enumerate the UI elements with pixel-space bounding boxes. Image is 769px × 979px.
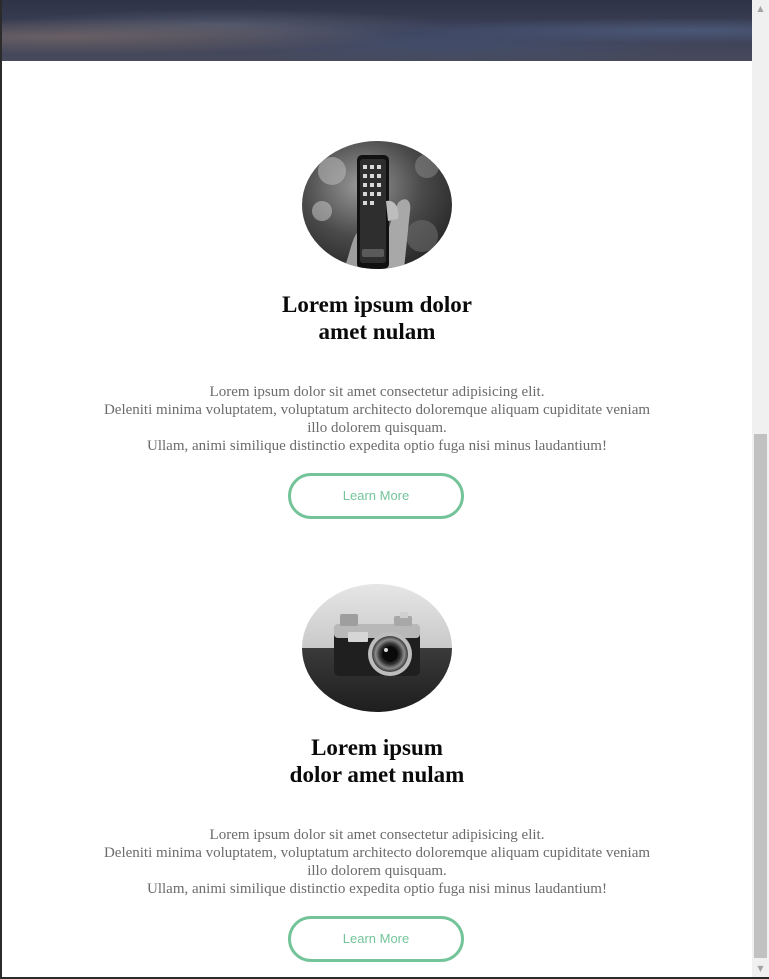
description-line: Lorem ipsum dolor sit amet consectetur a… — [209, 384, 545, 400]
feature-title-line: dolor amet nulam — [289, 762, 465, 787]
description-line: Ullam, animi similique distinctio expedi… — [147, 438, 607, 454]
description-line: Lorem ipsum dolor sit amet consectetur a… — [209, 827, 545, 843]
feature-description: Lorem ipsum dolor sit amet consectetur a… — [2, 826, 752, 898]
camera-image — [302, 584, 452, 712]
description-line: Ullam, animi similique distinctio expedi… — [147, 881, 607, 897]
hero-banner-image — [2, 0, 752, 61]
feature-title-line: Lorem ipsum — [311, 735, 443, 760]
description-line: illo dolorem quisquam. — [307, 863, 447, 879]
feature-title-line: Lorem ipsum dolor — [282, 292, 472, 317]
learn-more-button[interactable]: Learn More — [288, 473, 464, 519]
learn-more-button[interactable]: Learn More — [288, 916, 464, 962]
feature-title-line: amet nulam — [318, 319, 436, 344]
scroll-down-arrow-icon[interactable]: ▼ — [752, 960, 769, 977]
camera-thumbnail — [302, 584, 452, 712]
feature-title: Lorem ipsum dolor amet nulam — [2, 291, 752, 345]
description-line: Deleniti minima voluptatem, voluptatum a… — [103, 845, 651, 861]
smartphone-thumbnail — [302, 141, 452, 269]
description-line: Deleniti minima voluptatem, voluptatum a… — [103, 402, 651, 418]
scrollbar-thumb[interactable] — [754, 434, 767, 958]
vertical-scrollbar[interactable]: ▲ ▼ — [752, 0, 769, 977]
smartphone-image — [302, 141, 452, 269]
page-viewport: Lorem ipsum dolor amet nulam Lorem ipsum… — [0, 0, 769, 979]
scroll-up-arrow-icon[interactable]: ▲ — [752, 0, 769, 17]
feature-description: Lorem ipsum dolor sit amet consectetur a… — [2, 383, 752, 455]
description-line: illo dolorem quisquam. — [307, 420, 447, 436]
feature-title: Lorem ipsum dolor amet nulam — [2, 734, 752, 788]
